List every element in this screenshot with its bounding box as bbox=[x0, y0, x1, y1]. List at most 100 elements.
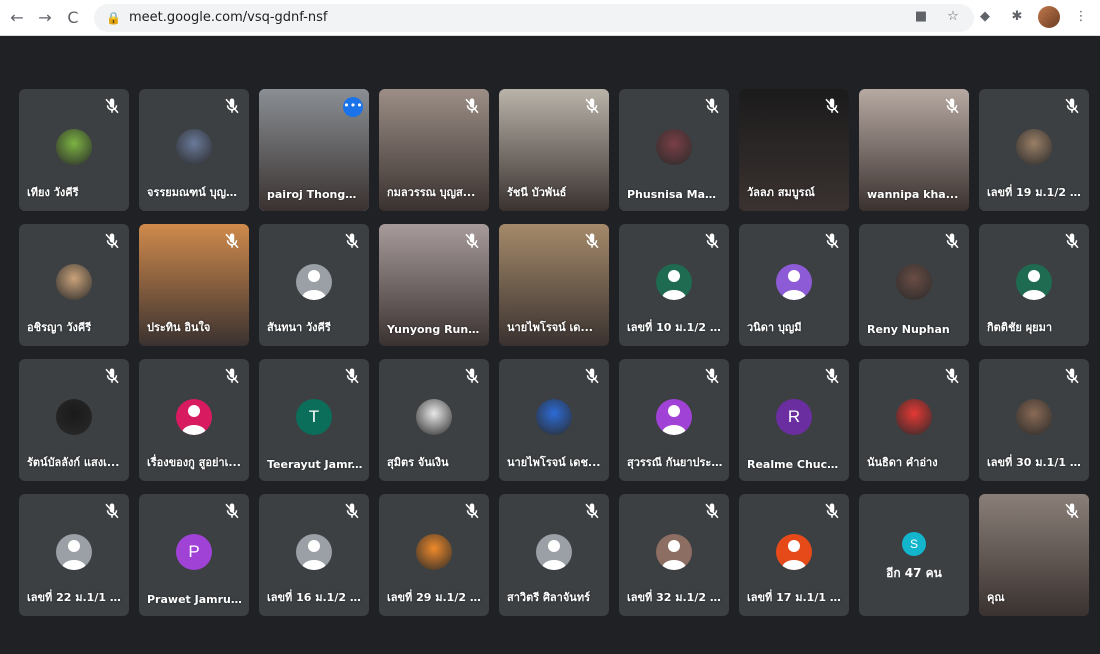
participant-tile[interactable]: นันธิดา คำอ่าง bbox=[859, 359, 969, 481]
participant-tile[interactable]: เลขที่ 19 ม.1/2 เด็... bbox=[979, 89, 1089, 211]
forward-icon[interactable]: → bbox=[34, 7, 56, 29]
mic-off-icon bbox=[103, 502, 121, 520]
camera-icon[interactable]: ■ bbox=[910, 6, 932, 28]
person-icon bbox=[296, 534, 332, 570]
participant-name: Teerayut Jamr... bbox=[267, 458, 363, 471]
profile-avatar-icon[interactable] bbox=[1038, 6, 1060, 28]
participant-name: คุณ bbox=[987, 591, 1005, 604]
avatar: P bbox=[176, 534, 212, 570]
participant-name: กมลวรรณ บุญส... bbox=[387, 186, 476, 199]
mic-off-icon bbox=[823, 367, 841, 385]
mic-off-icon bbox=[943, 97, 961, 115]
person-icon bbox=[536, 534, 572, 570]
participant-name: อชิรญา วังคีรี bbox=[27, 321, 92, 334]
mic-off-icon bbox=[463, 97, 481, 115]
participant-tile[interactable]: R Realme Chuchai bbox=[739, 359, 849, 481]
participant-tile[interactable]: ประทิน อินใจ bbox=[139, 224, 249, 346]
participant-tile[interactable]: เลขที่ 22 ม.1/1 เด็... bbox=[19, 494, 129, 616]
participant-name: pairoj Thongp... bbox=[267, 188, 363, 201]
lock-icon: 🔒 bbox=[106, 10, 121, 25]
mic-off-icon bbox=[1063, 367, 1081, 385]
participant-name: เลขที่ 22 ม.1/1 เด็... bbox=[27, 591, 123, 604]
participant-tile[interactable]: เทียง วังคีรี bbox=[19, 89, 129, 211]
participant-tile[interactable]: นายไพโรจน์ เด... bbox=[499, 224, 609, 346]
participant-tile[interactable]: สุมิตร จันเงิน bbox=[379, 359, 489, 481]
mic-off-icon bbox=[823, 97, 841, 115]
participant-tile[interactable]: T Teerayut Jamr... bbox=[259, 359, 369, 481]
participant-tile[interactable]: วนิดา บุญมี bbox=[739, 224, 849, 346]
participant-tile[interactable]: เลขที่ 30 ม.1/1 เด็... bbox=[979, 359, 1089, 481]
url-text: meet.google.com/vsq-gdnf-nsf bbox=[128, 10, 328, 25]
participant-tile[interactable]: จรรยมณฑน์ บุญสิ... bbox=[139, 89, 249, 211]
mic-off-icon bbox=[343, 232, 361, 250]
mic-off-icon bbox=[943, 232, 961, 250]
participant-tile[interactable]: เลขที่ 10 ม.1/2 เด็... bbox=[619, 224, 729, 346]
participant-tile[interactable]: กมลวรรณ บุญส... bbox=[379, 89, 489, 211]
avatar bbox=[656, 129, 692, 165]
participant-tile[interactable]: สาวิตรี ศิลาจันทร์ bbox=[499, 494, 609, 616]
participant-tile[interactable]: เรื่องของกู สูอย่าเ... bbox=[139, 359, 249, 481]
mic-off-icon bbox=[703, 367, 721, 385]
mic-off-icon bbox=[583, 97, 601, 115]
participant-tile[interactable]: S อีก 47 คน bbox=[859, 494, 969, 616]
participant-name: เทียง วังคีรี bbox=[27, 186, 79, 199]
mic-off-icon bbox=[823, 502, 841, 520]
participant-name: เลขที่ 30 ม.1/1 เด็... bbox=[987, 456, 1083, 469]
participant-tile[interactable]: เลขที่ 16 ม.1/2 เด็... bbox=[259, 494, 369, 616]
participant-name: กิตติชัย ผุยมา bbox=[987, 321, 1053, 334]
mic-off-icon bbox=[583, 502, 601, 520]
participant-name: Realme Chuchai bbox=[747, 458, 843, 471]
more-options-icon[interactable]: ••• bbox=[343, 97, 363, 117]
participant-tile[interactable]: เลขที่ 32 ม.1/2 เด็... bbox=[619, 494, 729, 616]
avatar bbox=[56, 129, 92, 165]
avatar bbox=[176, 129, 212, 165]
participant-tile[interactable]: อชิรญา วังคีรี bbox=[19, 224, 129, 346]
participant-tile[interactable]: คุณ bbox=[979, 494, 1089, 616]
mic-off-icon bbox=[103, 232, 121, 250]
avatar bbox=[1016, 399, 1052, 435]
participant-name: รัตน์บัลลังก์ แสงเ... bbox=[27, 456, 120, 469]
more-participants-avatar: S bbox=[902, 532, 926, 556]
participant-tile[interactable]: สุวรรณี กันยาประ... bbox=[619, 359, 729, 481]
participant-name: เรื่องของกู สูอย่าเ... bbox=[147, 456, 241, 469]
person-icon bbox=[656, 264, 692, 300]
mic-off-icon bbox=[583, 232, 601, 250]
participant-tile[interactable]: รัชนี บัวพันธ์ bbox=[499, 89, 609, 211]
menu-icon[interactable]: ⋮ bbox=[1070, 6, 1092, 28]
participant-tile[interactable]: เลขที่ 17 ม.1/1 เด็... bbox=[739, 494, 849, 616]
participant-tile[interactable]: ••• pairoj Thongp... bbox=[259, 89, 369, 211]
star-icon[interactable]: ☆ bbox=[942, 6, 964, 28]
participant-name: เลขที่ 10 ม.1/2 เด็... bbox=[627, 321, 723, 334]
mic-off-icon bbox=[1063, 232, 1081, 250]
participant-tile[interactable]: Phusnisa Makk... bbox=[619, 89, 729, 211]
extension-icon[interactable]: ◆ bbox=[974, 6, 996, 28]
participant-name: สุวรรณี กันยาประ... bbox=[627, 456, 723, 469]
mic-off-icon bbox=[223, 97, 241, 115]
participant-tile[interactable]: Reny Nuphan bbox=[859, 224, 969, 346]
participant-name: วนิดา บุญมี bbox=[747, 321, 802, 334]
participant-tile[interactable]: เลขที่ 29 ม.1/2 เด็... bbox=[379, 494, 489, 616]
puzzle-icon[interactable]: ✱ bbox=[1006, 6, 1028, 28]
participant-name: เลขที่ 19 ม.1/2 เด็... bbox=[987, 186, 1083, 199]
participant-tile[interactable]: สันทนา วังคีรี bbox=[259, 224, 369, 346]
address-bar[interactable]: 🔒 meet.google.com/vsq-gdnf-nsf bbox=[94, 3, 974, 32]
back-icon[interactable]: ← bbox=[6, 7, 28, 29]
participant-name: เลขที่ 29 ม.1/2 เด็... bbox=[387, 591, 483, 604]
participant-name: จรรยมณฑน์ บุญสิ... bbox=[147, 186, 243, 199]
participant-name: Yunyong Rung... bbox=[387, 323, 483, 336]
participant-tile[interactable]: วัลลภ สมบูรณ์ bbox=[739, 89, 849, 211]
participant-tile[interactable]: P Prawet Jamrun... bbox=[139, 494, 249, 616]
participant-tile[interactable]: นายไพโรจน์ เดช... bbox=[499, 359, 609, 481]
participant-name: สันทนา วังคีรี bbox=[267, 321, 331, 334]
avatar bbox=[536, 399, 572, 435]
participant-tile[interactable]: รัตน์บัลลังก์ แสงเ... bbox=[19, 359, 129, 481]
participant-name: wannipa kha... bbox=[867, 188, 959, 201]
participant-tile[interactable]: Yunyong Rung... bbox=[379, 224, 489, 346]
reload-icon[interactable]: C bbox=[62, 7, 84, 29]
participant-name: เลขที่ 17 ม.1/1 เด็... bbox=[747, 591, 843, 604]
participant-name: ประทิน อินใจ bbox=[147, 321, 211, 334]
participant-name: สาวิตรี ศิลาจันทร์ bbox=[507, 591, 590, 604]
participant-tile[interactable]: กิตติชัย ผุยมา bbox=[979, 224, 1089, 346]
participant-tile[interactable]: wannipa kha... bbox=[859, 89, 969, 211]
mic-off-icon bbox=[583, 367, 601, 385]
